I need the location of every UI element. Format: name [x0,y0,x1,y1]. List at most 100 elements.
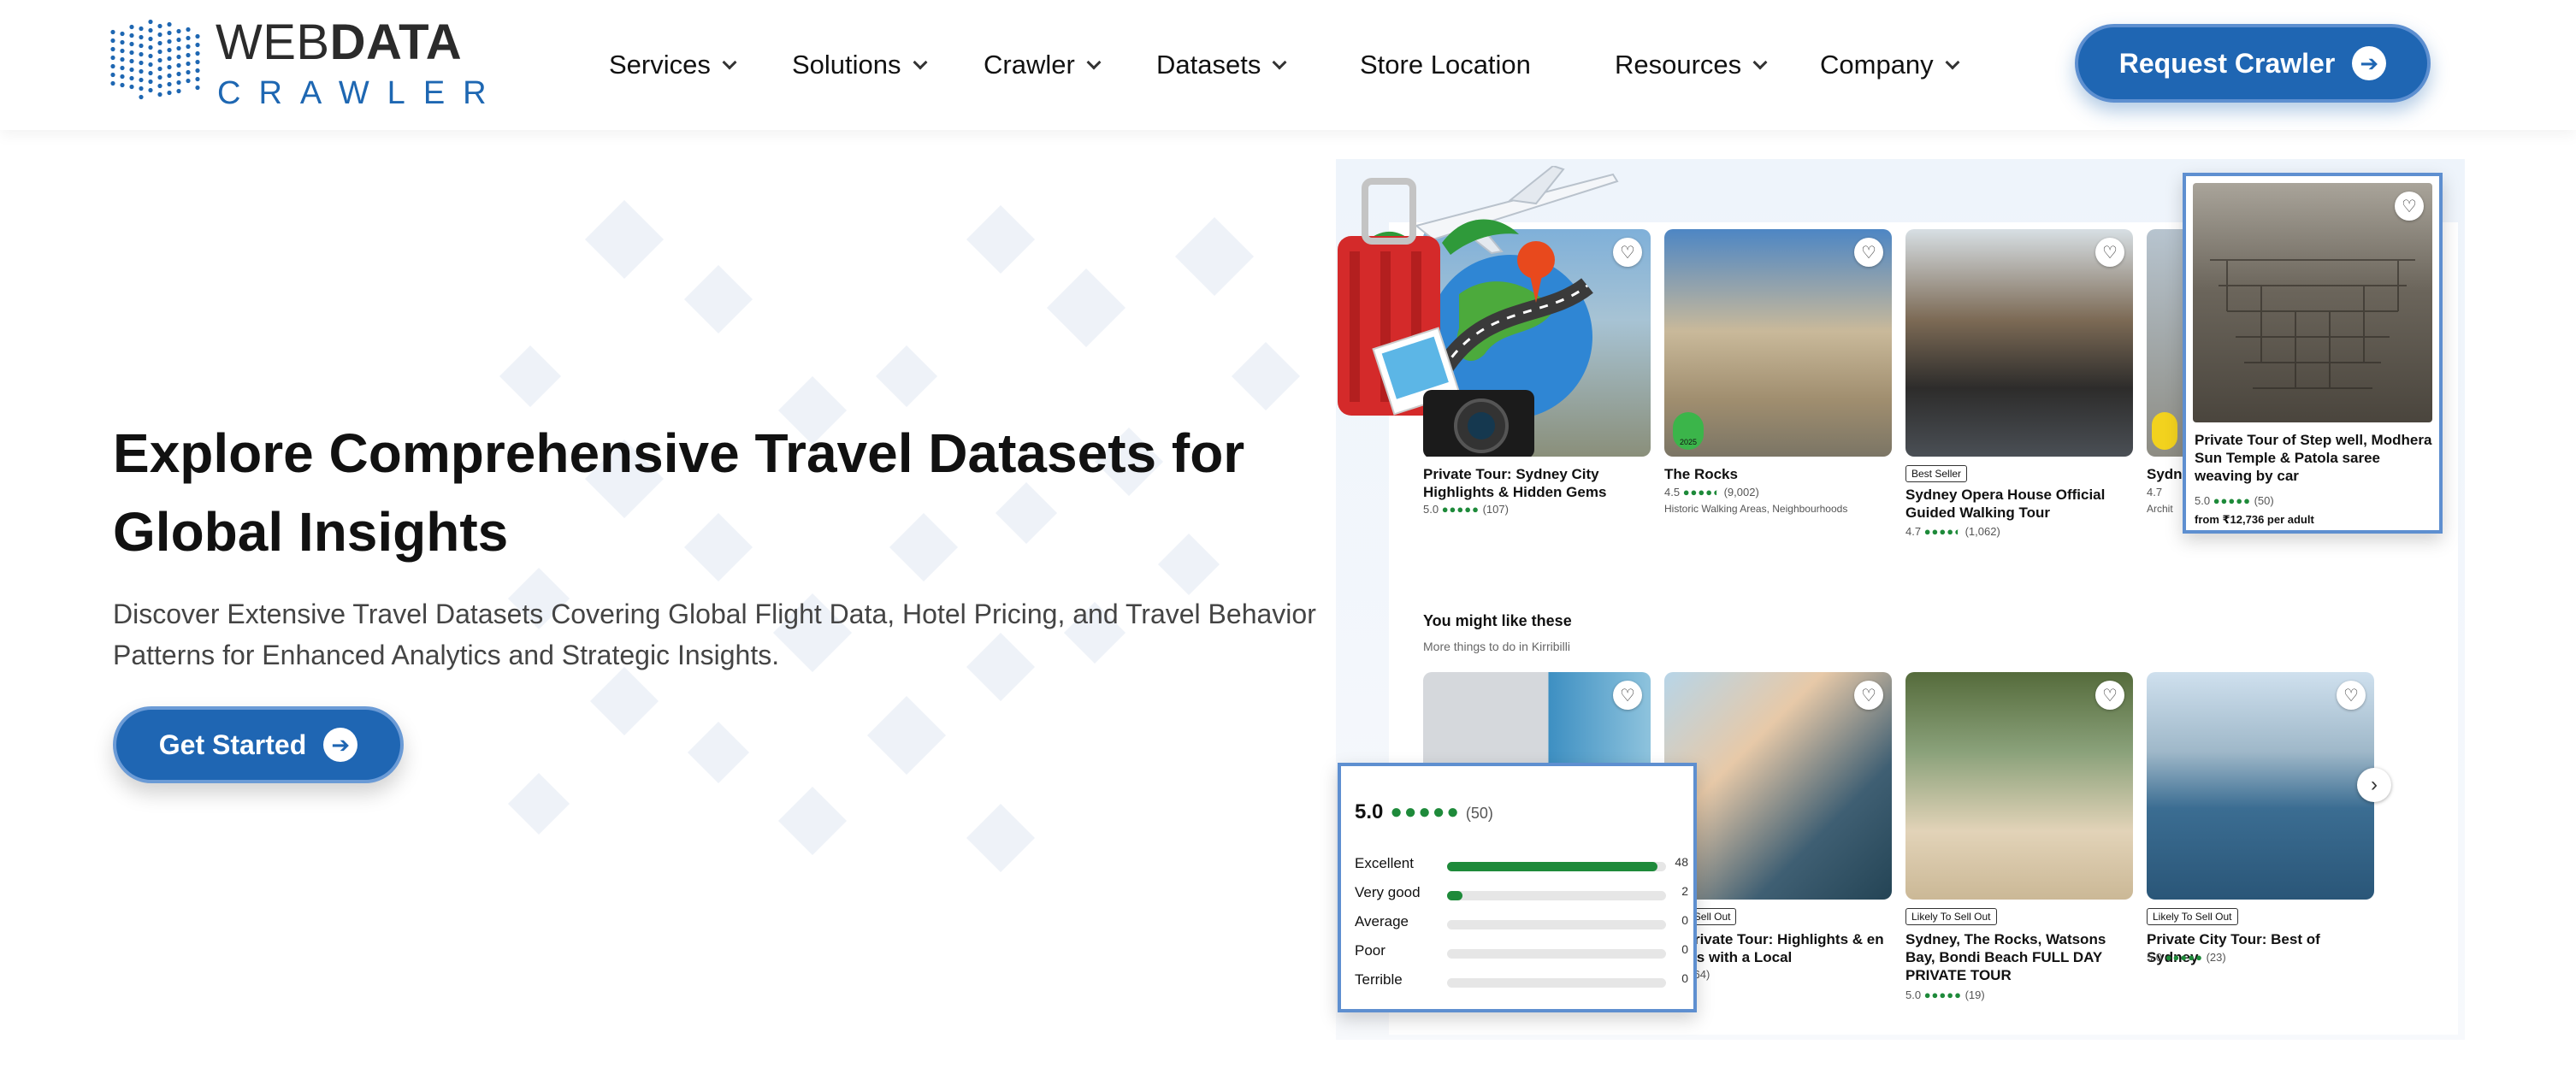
featured-listing-rating: 5.0 ●●●●● (50) [2195,494,2274,507]
nav-item-solutions[interactable]: Solutions [792,41,928,89]
nav-label: Services [609,50,711,80]
section-subtitle: More things to do in Kirribilli [1423,640,1570,653]
chevron-down-icon [1945,55,1960,70]
rating-row-label: Poor [1355,942,1385,959]
nav-label: Store Location [1360,50,1531,80]
logo[interactable]: WEBDATA CRAWLER [108,15,487,111]
rating-score: 5.0 [2147,951,2163,964]
rating-dots-icon: ●●●●● [1923,988,1962,1001]
listing-rating: 5.0 ●●●●● (19) [1905,988,1985,1001]
rating-dots-icon: ●●●●● [1441,503,1480,516]
heart-icon[interactable]: ♡ [1854,238,1883,267]
heart-icon[interactable]: ♡ [1854,681,1883,710]
rating-dots-icon: ●●●●● [1390,800,1461,823]
rating-row-label: Excellent [1355,855,1414,871]
listing-meta: Historic Walking Areas, Neighbourhoods [1664,503,1848,515]
nav-item-company[interactable]: Company [1820,41,1960,89]
rating-row-bar [1447,920,1666,929]
listing-title: ey Private Tour: Highlights & en Gems wi… [1664,931,1884,965]
award-year: 2025 [1679,438,1698,446]
get-started-button[interactable]: Get Started ➔ [113,706,404,783]
nav-label: Company [1820,50,1934,80]
logo-wordmark-bottom: CRAWLER [217,75,505,111]
heart-icon[interactable]: ♡ [2095,238,2124,267]
section-title: You might like these [1423,612,1572,629]
heart-icon[interactable]: ♡ [2337,681,2366,710]
heart-icon[interactable]: ♡ [1613,681,1642,710]
listing-photo [1905,672,2133,900]
rating-score: 5.0 [1905,988,1922,1001]
request-crawler-button[interactable]: Request Crawler ➔ [2075,24,2431,103]
review-count: (107) [1482,503,1509,516]
ratings-breakdown-panel: 5.0 ●●●●● (50) Excellent 48 Very good 2 Averag… [1338,763,1697,1012]
listing-rating: 5.0 ●●●●● (23) [2147,951,2226,964]
stepwell-illustration [2210,259,2415,389]
rating-row-bar [1447,862,1666,871]
rating-row-bar [1447,949,1666,959]
arrow-right-icon: ➔ [2352,46,2387,80]
chevron-down-icon [1272,55,1287,70]
listing-title: The Rocks [1664,466,1738,482]
likely-to-sell-out-badge: Likely To Sell Out [2147,908,2238,925]
nav-item-store-location[interactable]: Store Location [1360,41,1531,89]
listing-card[interactable]: ♡ 2025 The Rocks 4.5 ●●●●◐ (9,002) Histo… [1664,229,1892,520]
rating-row-count: 2 [1681,884,1688,898]
chevron-down-icon [1752,55,1768,70]
listing-card[interactable]: ♡ Best Seller Sydney Opera House Officia… [1905,229,2133,546]
hero-title: Explore Comprehensive Travel Datasets fo… [113,422,1245,563]
listing-photo [1664,672,1892,900]
listing-title: Sydney, The Rocks, Watsons Bay, Bondi Be… [1905,931,2106,983]
arrow-right-icon: ➔ [323,728,358,762]
listing-meta: Archit [2147,503,2173,515]
heart-icon[interactable]: ♡ [2095,681,2124,710]
get-started-label: Get Started [158,729,307,760]
rating-score: 5.0 [2195,494,2211,507]
listing-card[interactable]: ♡ ly To Sell Out ey Private Tour: Highli… [1664,672,1892,1006]
nav-label: Resources [1615,50,1742,80]
rating-row: Terrible 0 [1355,971,1688,992]
nav-item-services[interactable]: Services [609,41,737,89]
award-badge-icon [2152,412,2177,450]
rating-dots-icon: ●●●●● [2213,494,2251,507]
rating-row-bar [1447,891,1666,900]
nav-item-resources[interactable]: Resources [1615,41,1768,89]
nav-label: Solutions [792,50,901,80]
rating-row-label: Very good [1355,884,1421,900]
listing-card[interactable]: ♡ Likely To Sell Out Sydney, The Rocks, … [1905,672,2133,1006]
review-count: (50) [2254,494,2274,507]
chevron-down-icon [722,55,737,70]
nav-item-crawler[interactable]: Crawler [984,41,1102,89]
camera-icon [1423,390,1534,457]
carousel-next-arrow-icon[interactable]: › [2357,768,2391,802]
logo-data-text: DATA [329,15,463,70]
listing-title: Sydney Opera House Official Guided Walki… [1905,487,2106,521]
rating-row-fill [1447,891,1462,900]
featured-listing-price: from ₹12,736 per adult [2195,513,2314,526]
page: WEBDATA CRAWLER Services Solutions Crawl… [0,0,2576,1068]
nav-label: Datasets [1156,50,1261,80]
rating-score: 4.7 [1905,525,1922,538]
nav-item-datasets[interactable]: Datasets [1156,41,1287,89]
review-count: (23) [2206,951,2226,964]
listing-title: Private Tour: Sydney City Highlights & H… [1423,466,1607,500]
rating-score: 4.5 [1664,486,1681,499]
chevron-down-icon [1086,55,1102,70]
rating-score: 5.0 [1423,503,1439,516]
rating-row-label: Terrible [1355,971,1403,988]
listing-rating: 4.7 ●●●●◐ (1,062) [1905,525,2000,538]
review-count: (19) [1964,988,1985,1001]
rating-row: Excellent 48 [1355,855,1688,876]
rating-dots-icon: ●●●●◐ [1923,525,1962,538]
travel-clipart-illustration [1338,166,1619,457]
rating-row: Average 0 [1355,913,1688,934]
likely-to-sell-out-badge: Likely To Sell Out [1905,908,1997,925]
logo-wordmark-top: WEBDATA [216,15,462,70]
listing-card[interactable]: ♡ Likely To Sell Out Private City Tour: … [2147,672,2374,1006]
heart-icon[interactable]: ♡ [2395,192,2424,221]
best-seller-badge: Best Seller [1905,465,1968,482]
featured-listing-card[interactable]: ♡ Private Tour of Step well, Modhera Sun… [2183,173,2443,534]
rating-dots-icon: ●●●●● [2165,951,2203,964]
logo-web-text: WEB [216,15,330,70]
rating-row-count: 0 [1681,942,1688,956]
ratings-count: (50) [1465,805,1493,822]
